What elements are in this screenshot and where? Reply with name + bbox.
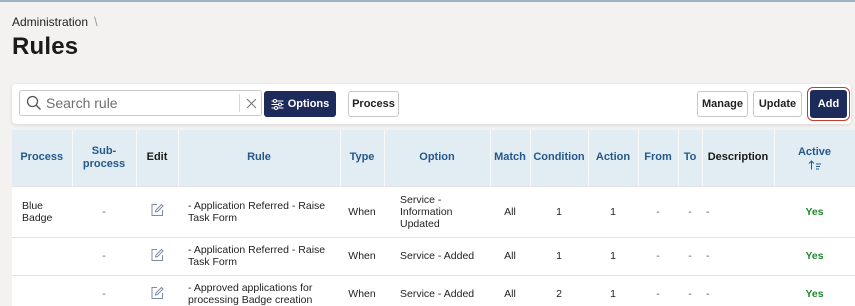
sort-ascending-icon[interactable] (808, 160, 822, 170)
options-button-label: Options (287, 98, 330, 110)
cell-from: - (638, 236, 678, 275)
col-header-match[interactable]: Match (490, 130, 531, 186)
cell-from: - (638, 185, 678, 237)
rules-table: Process Sub- process Edit Rule Type Opti… (12, 130, 855, 306)
cell-description: - (702, 274, 774, 306)
rules-table-container: Process Sub- process Edit Rule Type Opti… (12, 130, 855, 306)
col-header-from[interactable]: From (638, 130, 679, 186)
col-header-edit: Edit (136, 130, 179, 186)
cell-subprocess: - (72, 236, 136, 275)
sliders-icon (271, 98, 284, 110)
cell-process (12, 274, 72, 306)
cell-action: 1 (588, 274, 638, 306)
col-header-rule[interactable]: Rule (178, 130, 341, 186)
cell-rule: - Approved applications for processing B… (178, 274, 340, 306)
cell-subprocess: - (72, 185, 136, 237)
pencil-edit-icon[interactable] (150, 248, 164, 262)
page-title: Rules (12, 33, 79, 60)
cell-type: When (340, 274, 384, 306)
top-accent-line (0, 0, 855, 2)
table-row[interactable]: - - Approved applications for processing… (12, 274, 855, 306)
col-header-subprocess[interactable]: Sub- process (72, 130, 137, 186)
cell-match: All (490, 274, 530, 306)
options-button[interactable]: Options (264, 91, 336, 117)
cell-condition: 1 (530, 236, 588, 275)
cell-option: Service - Added (384, 274, 490, 306)
col-header-condition[interactable]: Condition (530, 130, 589, 186)
table-row[interactable]: - - Application Referred - Raise Task Fo… (12, 236, 855, 275)
cell-to: - (678, 236, 702, 275)
update-button[interactable]: Update (753, 91, 802, 117)
cell-type: When (340, 236, 384, 275)
cell-edit (136, 274, 178, 306)
breadcrumb-item-administration[interactable]: Administration (12, 15, 88, 29)
col-header-active-label: Active (797, 145, 832, 158)
cell-active: Yes (774, 236, 855, 275)
cell-action: 1 (588, 236, 638, 275)
cell-type: When (340, 185, 384, 237)
cell-action: 1 (588, 185, 638, 237)
add-button[interactable]: Add (810, 90, 847, 118)
col-header-process[interactable]: Process (12, 130, 73, 186)
cell-edit (136, 236, 178, 275)
cell-active: Yes (774, 274, 855, 306)
search-input[interactable] (46, 94, 226, 112)
search-icon (26, 95, 41, 110)
pencil-edit-icon[interactable] (150, 286, 164, 300)
cell-description: - (702, 185, 774, 237)
col-header-option[interactable]: Option (384, 130, 491, 186)
cell-process (12, 236, 72, 275)
search-divider (239, 94, 240, 112)
col-header-to[interactable]: To (678, 130, 703, 186)
cell-option: Service - Information Updated (384, 185, 490, 237)
cell-condition: 1 (530, 185, 588, 237)
cell-match: All (490, 236, 530, 275)
col-header-description: Description (702, 130, 775, 186)
cell-active: Yes (774, 185, 855, 237)
breadcrumb: Administration \ (12, 14, 98, 29)
breadcrumb-separator: \ (94, 14, 98, 29)
cell-rule: - Application Referred - Raise Task Form (178, 236, 340, 275)
cell-rule: - Application Referred - Raise Task Form (178, 185, 340, 237)
manage-button[interactable]: Manage (697, 91, 748, 117)
pencil-edit-icon[interactable] (150, 203, 164, 217)
cell-process: Blue Badge (12, 185, 72, 237)
close-icon[interactable] (245, 97, 258, 110)
table-header-row: Process Sub- process Edit Rule Type Opti… (12, 130, 855, 186)
col-header-type[interactable]: Type (340, 130, 385, 186)
col-header-action[interactable]: Action (588, 130, 639, 186)
cell-condition: 2 (530, 274, 588, 306)
cell-to: - (678, 274, 702, 306)
cell-to: - (678, 185, 702, 237)
search-box (19, 90, 262, 116)
cell-match: All (490, 185, 530, 237)
process-button[interactable]: Process (348, 91, 399, 117)
toolbar: Options Process Manage Update Add (12, 84, 851, 124)
cell-description: - (702, 236, 774, 275)
table-row[interactable]: Blue Badge - - Application Referred - Ra… (12, 185, 855, 237)
cell-option: Service - Added (384, 236, 490, 275)
col-header-active[interactable]: Active (774, 130, 855, 186)
cell-edit (136, 185, 178, 237)
cell-subprocess: - (72, 274, 136, 306)
cell-from: - (638, 274, 678, 306)
